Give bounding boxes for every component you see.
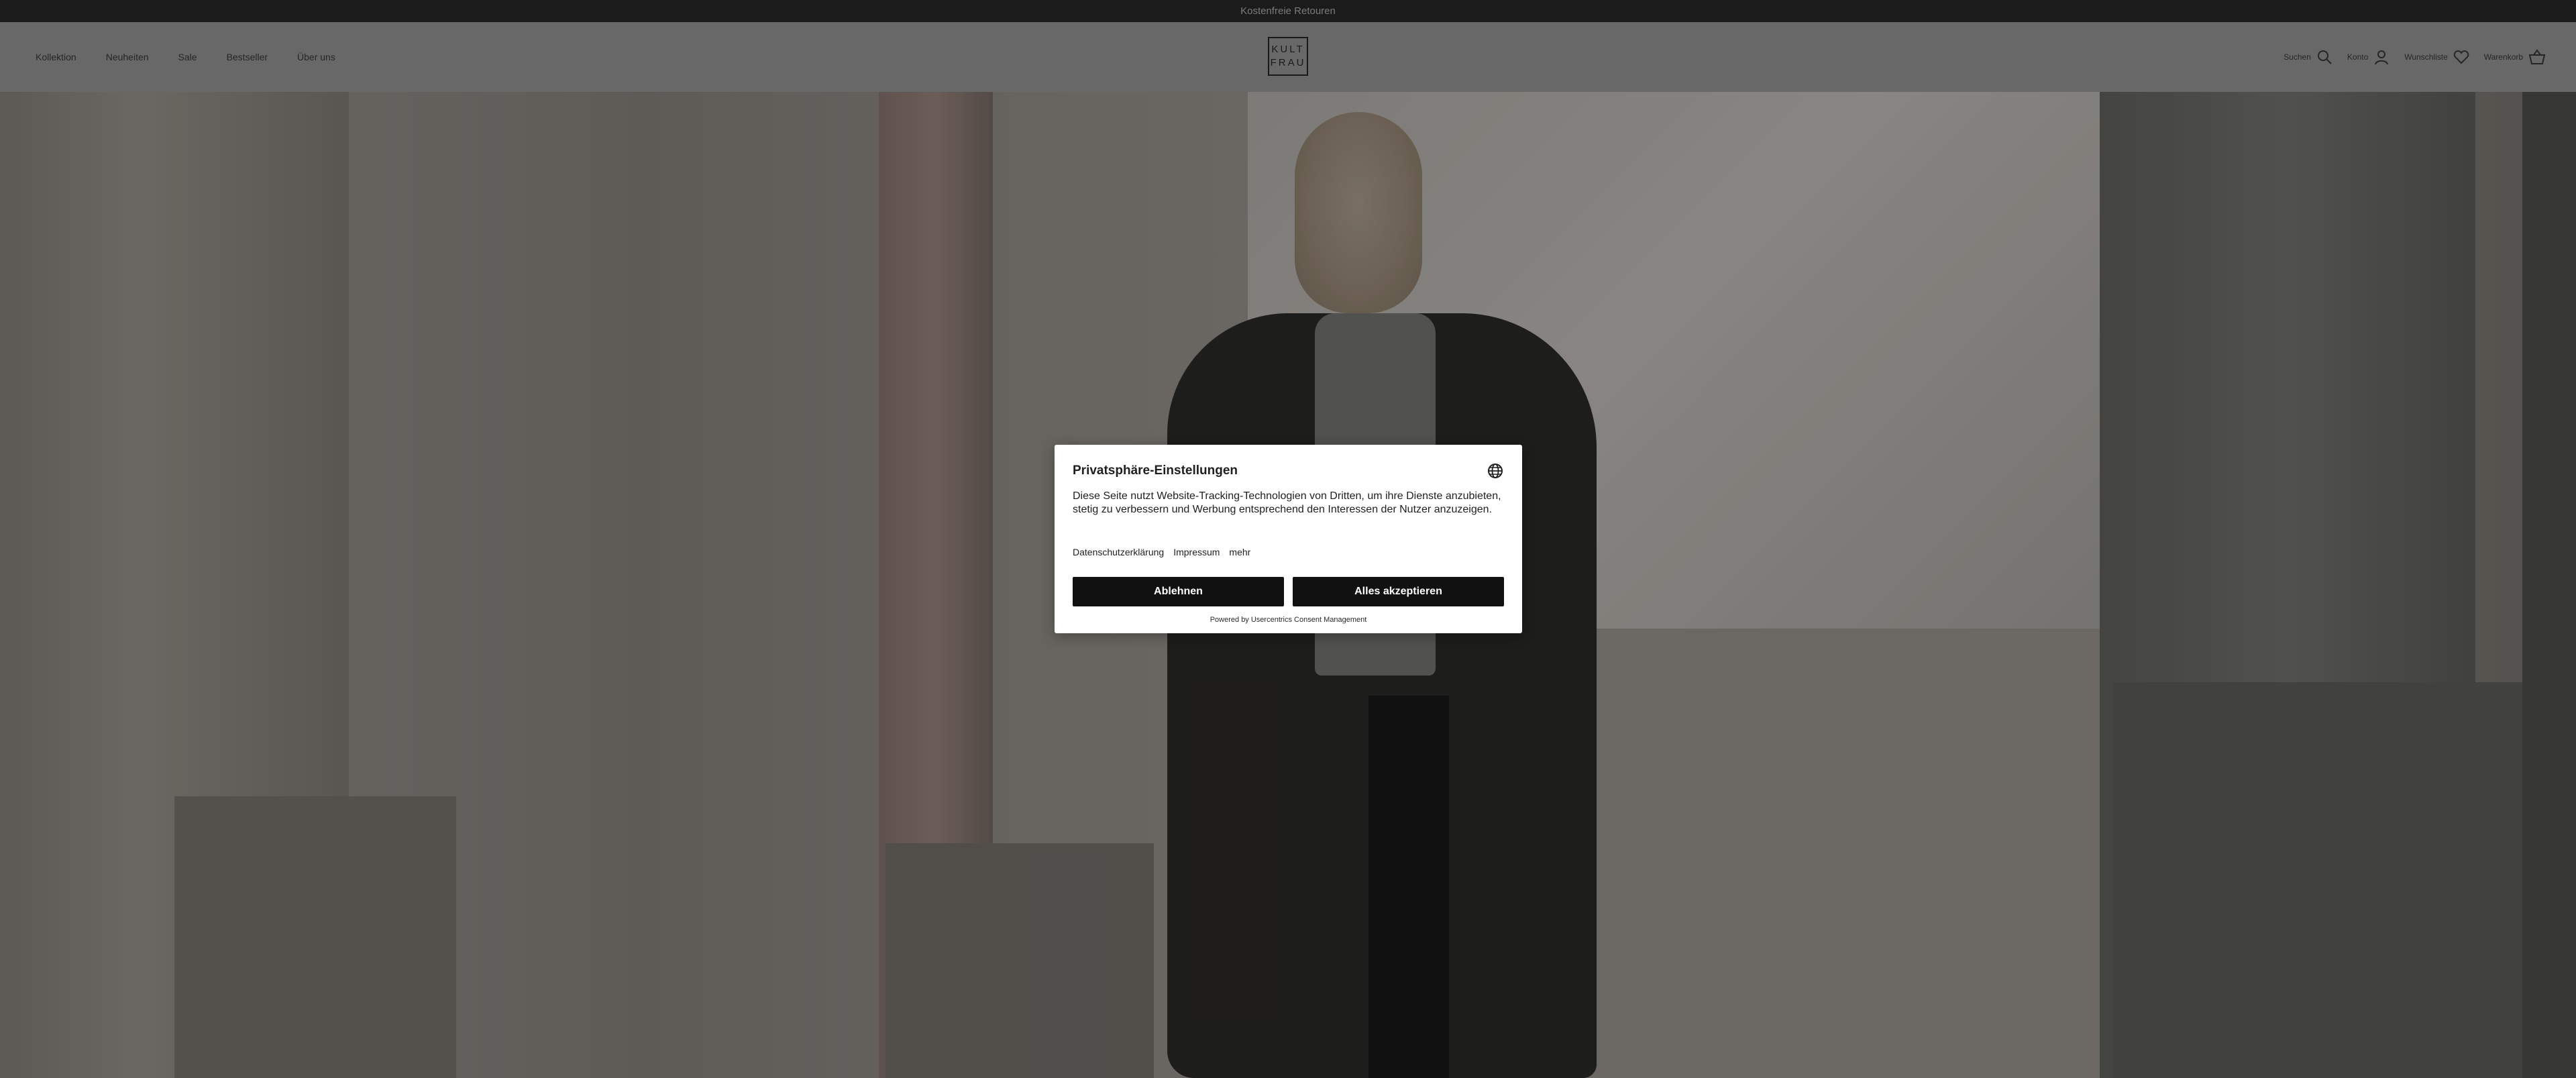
accept-all-button[interactable]: Alles akzeptieren [1293, 577, 1504, 606]
consent-body: Diese Seite nutzt Website-Tracking-Techn… [1073, 490, 1501, 515]
consent-links: Datenschutzerklärung Impressum mehr [1073, 547, 1260, 557]
imprint-link[interactable]: Impressum [1173, 547, 1220, 557]
consent-title: Privatsphäre-Einstellungen [1073, 464, 1238, 478]
powered-by-text: Powered by Usercentrics Consent Manageme… [1210, 616, 1367, 624]
privacy-policy-link[interactable]: Datenschutzerklärung [1073, 547, 1164, 557]
globe-icon[interactable] [1487, 463, 1503, 479]
reject-button[interactable]: Ablehnen [1073, 577, 1284, 606]
more-link[interactable]: mehr [1229, 547, 1250, 557]
consent-dialog: Privatsphäre-Einstellungen Diese Seite n… [1055, 445, 1522, 633]
